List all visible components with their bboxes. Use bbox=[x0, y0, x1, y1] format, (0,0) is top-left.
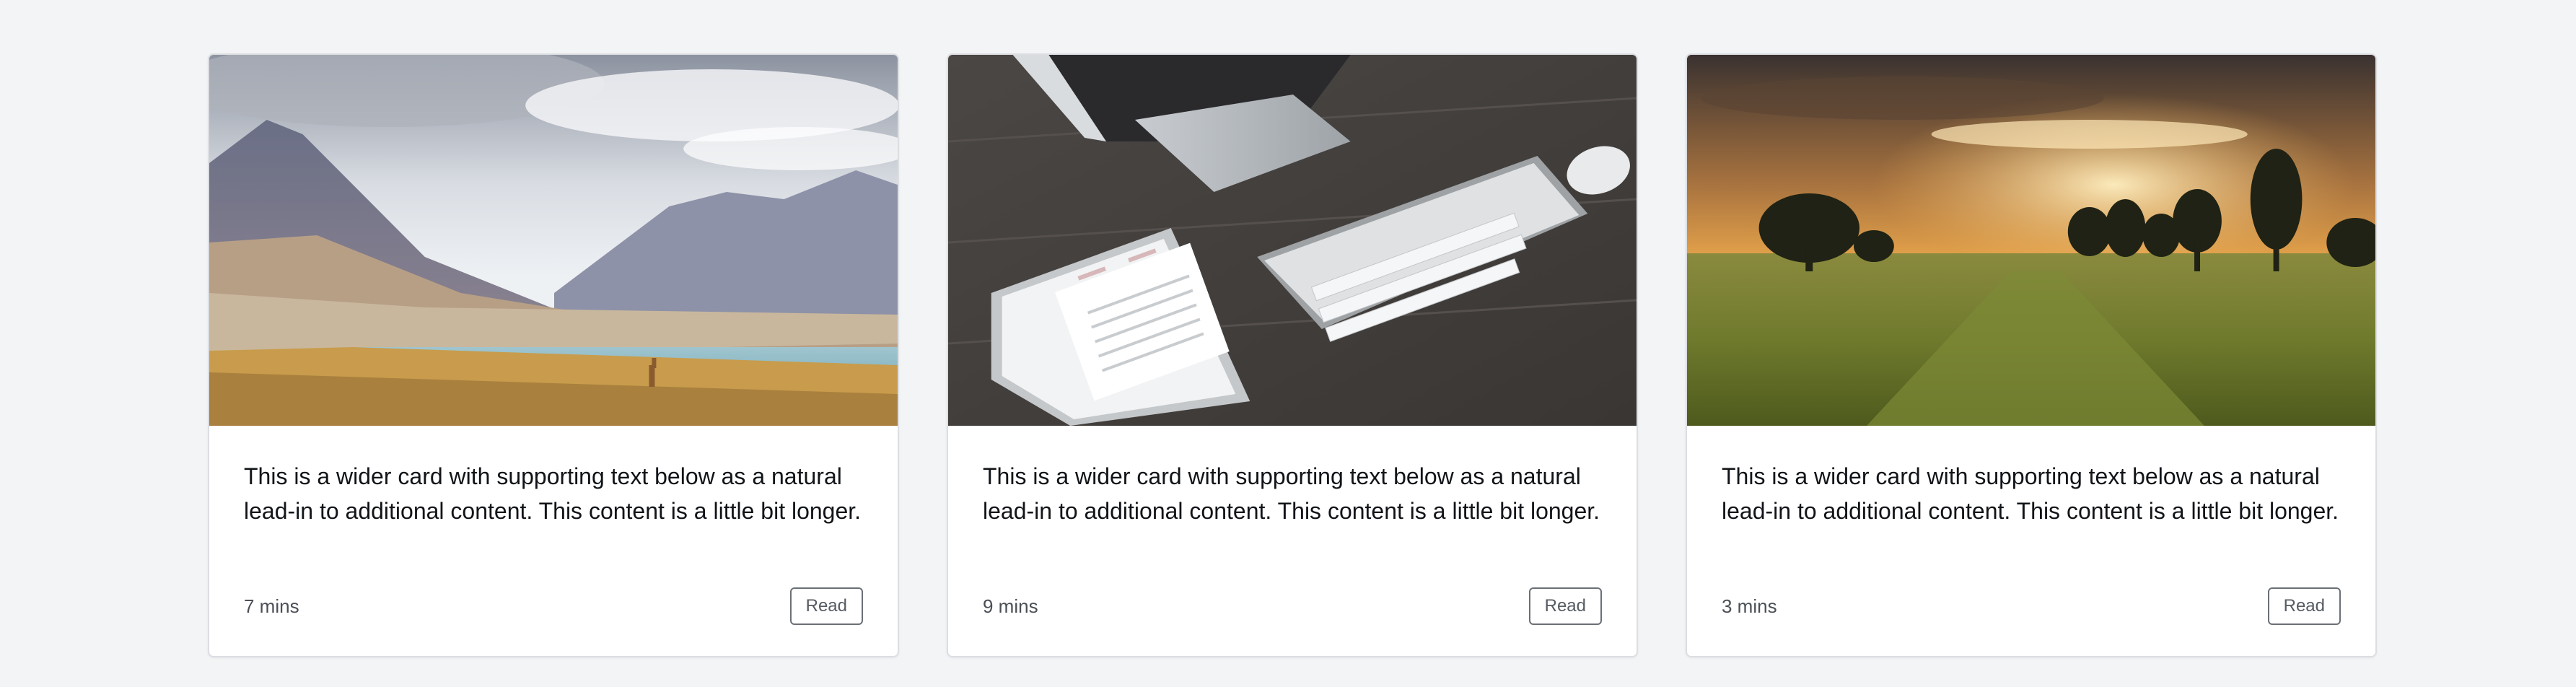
card-2: This is a wider card with supporting tex… bbox=[947, 53, 1638, 657]
read-time: 7 mins bbox=[244, 595, 299, 617]
read-time: 9 mins bbox=[983, 595, 1038, 617]
card-body: This is a wider card with supporting tex… bbox=[1687, 426, 2375, 528]
sunset-field-photo bbox=[1687, 55, 2375, 426]
card-text: This is a wider card with supporting tex… bbox=[1722, 463, 2339, 524]
card-3: This is a wider card with supporting tex… bbox=[1686, 53, 2377, 657]
card-image-sunset-field bbox=[1687, 55, 2375, 426]
card-grid: This is a wider card with supporting tex… bbox=[208, 53, 2377, 657]
read-button[interactable]: Read bbox=[1528, 587, 1602, 625]
card-text: This is a wider card with supporting tex… bbox=[244, 463, 862, 524]
card-body: This is a wider card with supporting tex… bbox=[948, 426, 1637, 528]
mountain-lake-photo bbox=[209, 55, 898, 426]
card-image-desk bbox=[948, 55, 1637, 426]
card-body: This is a wider card with supporting tex… bbox=[209, 426, 898, 528]
card-footer: 3 mins Read bbox=[1722, 587, 2341, 625]
read-button[interactable]: Read bbox=[2267, 587, 2341, 625]
card-footer: 7 mins Read bbox=[244, 587, 863, 625]
desk-keyboard-tablet-photo bbox=[948, 55, 1637, 426]
read-button[interactable]: Read bbox=[789, 587, 863, 625]
card-1: This is a wider card with supporting tex… bbox=[208, 53, 899, 657]
card-footer: 9 mins Read bbox=[983, 587, 1602, 625]
card-text: This is a wider card with supporting tex… bbox=[983, 463, 1600, 524]
read-time: 3 mins bbox=[1722, 595, 1777, 617]
card-image-mountain-lake bbox=[209, 55, 898, 426]
